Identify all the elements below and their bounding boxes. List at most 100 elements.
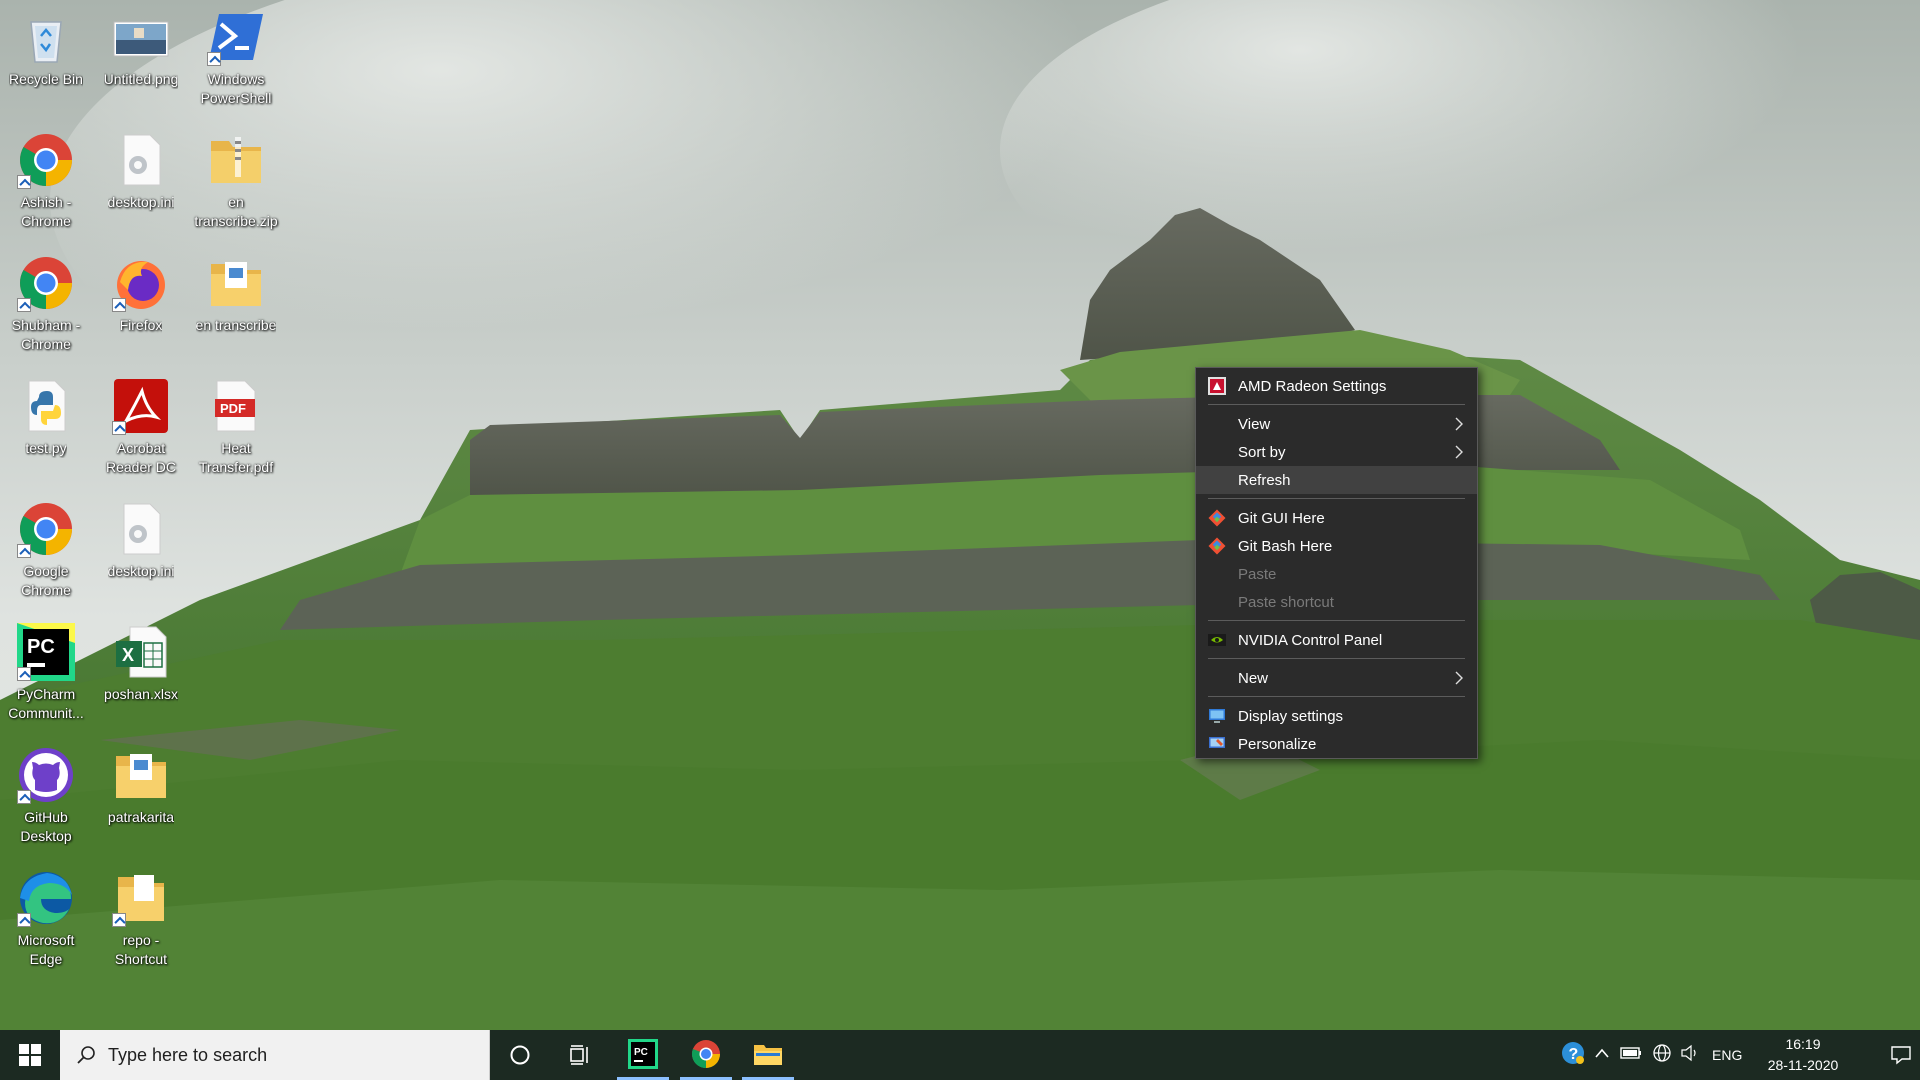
taskbar-search-box[interactable]: Type here to search [60, 1030, 490, 1080]
desktop-icon[interactable]: Ashish - Chrome [0, 131, 92, 231]
edge-icon [17, 869, 75, 927]
chrome-icon [17, 500, 75, 558]
desktop-icon[interactable]: Acrobat Reader DC [95, 377, 187, 477]
menu-separator [1208, 620, 1465, 621]
desktop-icon[interactable]: Recycle Bin [0, 8, 92, 89]
menu-item-nvidia-control-panel[interactable]: NVIDIA Control Panel [1196, 626, 1477, 654]
zip-folder-icon [207, 131, 265, 189]
image-file-icon [112, 8, 170, 66]
desktop-icon[interactable]: en transcribe [190, 254, 282, 335]
desktop-icon-label: PyCharm Communit... [8, 686, 84, 721]
menu-item-label: Display settings [1238, 707, 1344, 725]
desktop-icon-label: Heat Transfer.pdf [198, 440, 274, 475]
system-tray: ? ENG [1560, 1030, 1742, 1080]
menu-separator [1208, 658, 1465, 659]
chevron-right-icon [1455, 417, 1463, 431]
desktop-icon[interactable]: Untitled.png [95, 8, 187, 89]
desktop-icon[interactable]: test.py [0, 377, 92, 458]
desktop-icon[interactable]: Shubham - Chrome [0, 254, 92, 354]
menu-item-git-gui-here[interactable]: Git GUI Here [1196, 504, 1477, 532]
display-icon [1208, 707, 1226, 725]
menu-item-label: Personalize [1238, 735, 1317, 753]
github-desktop-icon [17, 746, 75, 804]
desktop-icon[interactable]: Windows PowerShell [190, 8, 282, 108]
menu-item-paste[interactable]: Paste [1196, 560, 1477, 588]
menu-item-personalize[interactable]: Personalize [1196, 730, 1477, 758]
desktop-icon[interactable]: desktop.ini [95, 131, 187, 212]
start-button[interactable] [0, 1030, 60, 1080]
shortcut-arrow-icon [17, 913, 31, 927]
shortcut-arrow-icon [17, 298, 31, 312]
action-center-button[interactable] [1882, 1030, 1920, 1080]
task-view-icon [570, 1045, 588, 1065]
menu-item-view[interactable]: View [1196, 410, 1477, 438]
shortcut-arrow-icon [207, 52, 221, 66]
folder-icon [112, 746, 170, 804]
cortana-button[interactable] [495, 1030, 545, 1080]
menu-item-label: AMD Radeon Settings [1238, 377, 1387, 395]
clock-date: 28-11-2020 [1767, 1057, 1839, 1073]
search-placeholder: Type here to search [108, 1044, 268, 1065]
desktop-icon-label: Microsoft Edge [17, 932, 75, 967]
chrome-icon [691, 1039, 720, 1068]
desktop-icon[interactable]: PC PyCharm Communit... [0, 623, 92, 723]
python-file-icon [17, 377, 75, 435]
menu-item-label: View [1238, 415, 1271, 433]
cortana-circle-icon [510, 1045, 530, 1065]
shortcut-arrow-icon [17, 667, 31, 681]
desktop-icon[interactable]: patrakarita [95, 746, 187, 827]
taskbar-chrome[interactable] [680, 1030, 732, 1080]
taskbar-file-explorer[interactable] [742, 1030, 794, 1080]
recycle-bin-icon [17, 8, 75, 66]
nvidia-icon [1208, 631, 1226, 649]
volume-icon[interactable] [1680, 1044, 1700, 1067]
menu-item-label: Paste shortcut [1238, 593, 1334, 611]
chevron-right-icon [1455, 671, 1463, 685]
desktop-icon[interactable]: repo - Shortcut [95, 869, 187, 969]
desktop-icon-label: poshan.xlsx [104, 686, 178, 702]
menu-item-refresh[interactable]: Refresh [1196, 466, 1477, 494]
help-tray-icon[interactable]: ? [1560, 1040, 1586, 1071]
menu-item-new[interactable]: New [1196, 664, 1477, 692]
network-globe-icon[interactable] [1652, 1043, 1672, 1068]
menu-item-amd-radeon-settings[interactable]: AMD Radeon Settings [1196, 372, 1477, 400]
menu-item-git-bash-here[interactable]: Git Bash Here [1196, 532, 1477, 560]
task-view-button[interactable] [555, 1030, 605, 1080]
desktop-icon[interactable]: Microsoft Edge [0, 869, 92, 969]
desktop-icon[interactable]: GitHub Desktop [0, 746, 92, 846]
settings-file-icon [112, 131, 170, 189]
amd-radeon-icon [1208, 377, 1226, 395]
taskbar-pycharm[interactable]: PC [617, 1030, 669, 1080]
taskbar: Type here to search PC ? ENG 16:19 28-11… [0, 1030, 1920, 1080]
desktop-icon[interactable]: PDF Heat Transfer.pdf [190, 377, 282, 477]
battery-icon[interactable] [1620, 1046, 1642, 1065]
menu-item-label: Git Bash Here [1238, 537, 1333, 555]
search-icon [77, 1046, 95, 1064]
show-hidden-icons-chevron-up-icon[interactable] [1594, 1046, 1610, 1064]
desktop-icon[interactable]: Firefox [95, 254, 187, 335]
menu-item-label: Refresh [1238, 471, 1291, 489]
desktop-icon-label: Recycle Bin [9, 71, 83, 87]
desktop-icon[interactable]: Google Chrome [0, 500, 92, 600]
git-icon [1208, 509, 1226, 527]
shortcut-arrow-icon [17, 175, 31, 189]
desktop-icon[interactable]: en transcribe.zip [190, 131, 282, 231]
svg-text:PC: PC [27, 636, 55, 658]
desktop-icon[interactable]: Xposhan.xlsx [95, 623, 187, 704]
taskbar-clock[interactable]: 16:19 28-11-2020 [1758, 1034, 1848, 1076]
desktop-icon[interactable]: desktop.ini [95, 500, 187, 581]
desktop-icon-label: en transcribe.zip [194, 194, 278, 229]
menu-item-display-settings[interactable]: Display settings [1196, 702, 1477, 730]
windows-logo-icon [19, 1044, 41, 1066]
git-icon [1208, 537, 1226, 555]
notification-icon [1891, 1046, 1911, 1065]
language-indicator[interactable]: ENG [1712, 1047, 1742, 1063]
menu-item-sort-by[interactable]: Sort by [1196, 438, 1477, 466]
desktop-icon-label: test.py [25, 440, 67, 456]
desktop-icon-label: desktop.ini [107, 563, 175, 579]
menu-item-paste-shortcut[interactable]: Paste shortcut [1196, 588, 1477, 616]
desktop-icon-label: Shubham - Chrome [11, 317, 81, 352]
desktop-icon-label: Acrobat Reader DC [105, 440, 177, 475]
svg-text:X: X [122, 645, 134, 665]
svg-text:PDF: PDF [220, 401, 246, 416]
